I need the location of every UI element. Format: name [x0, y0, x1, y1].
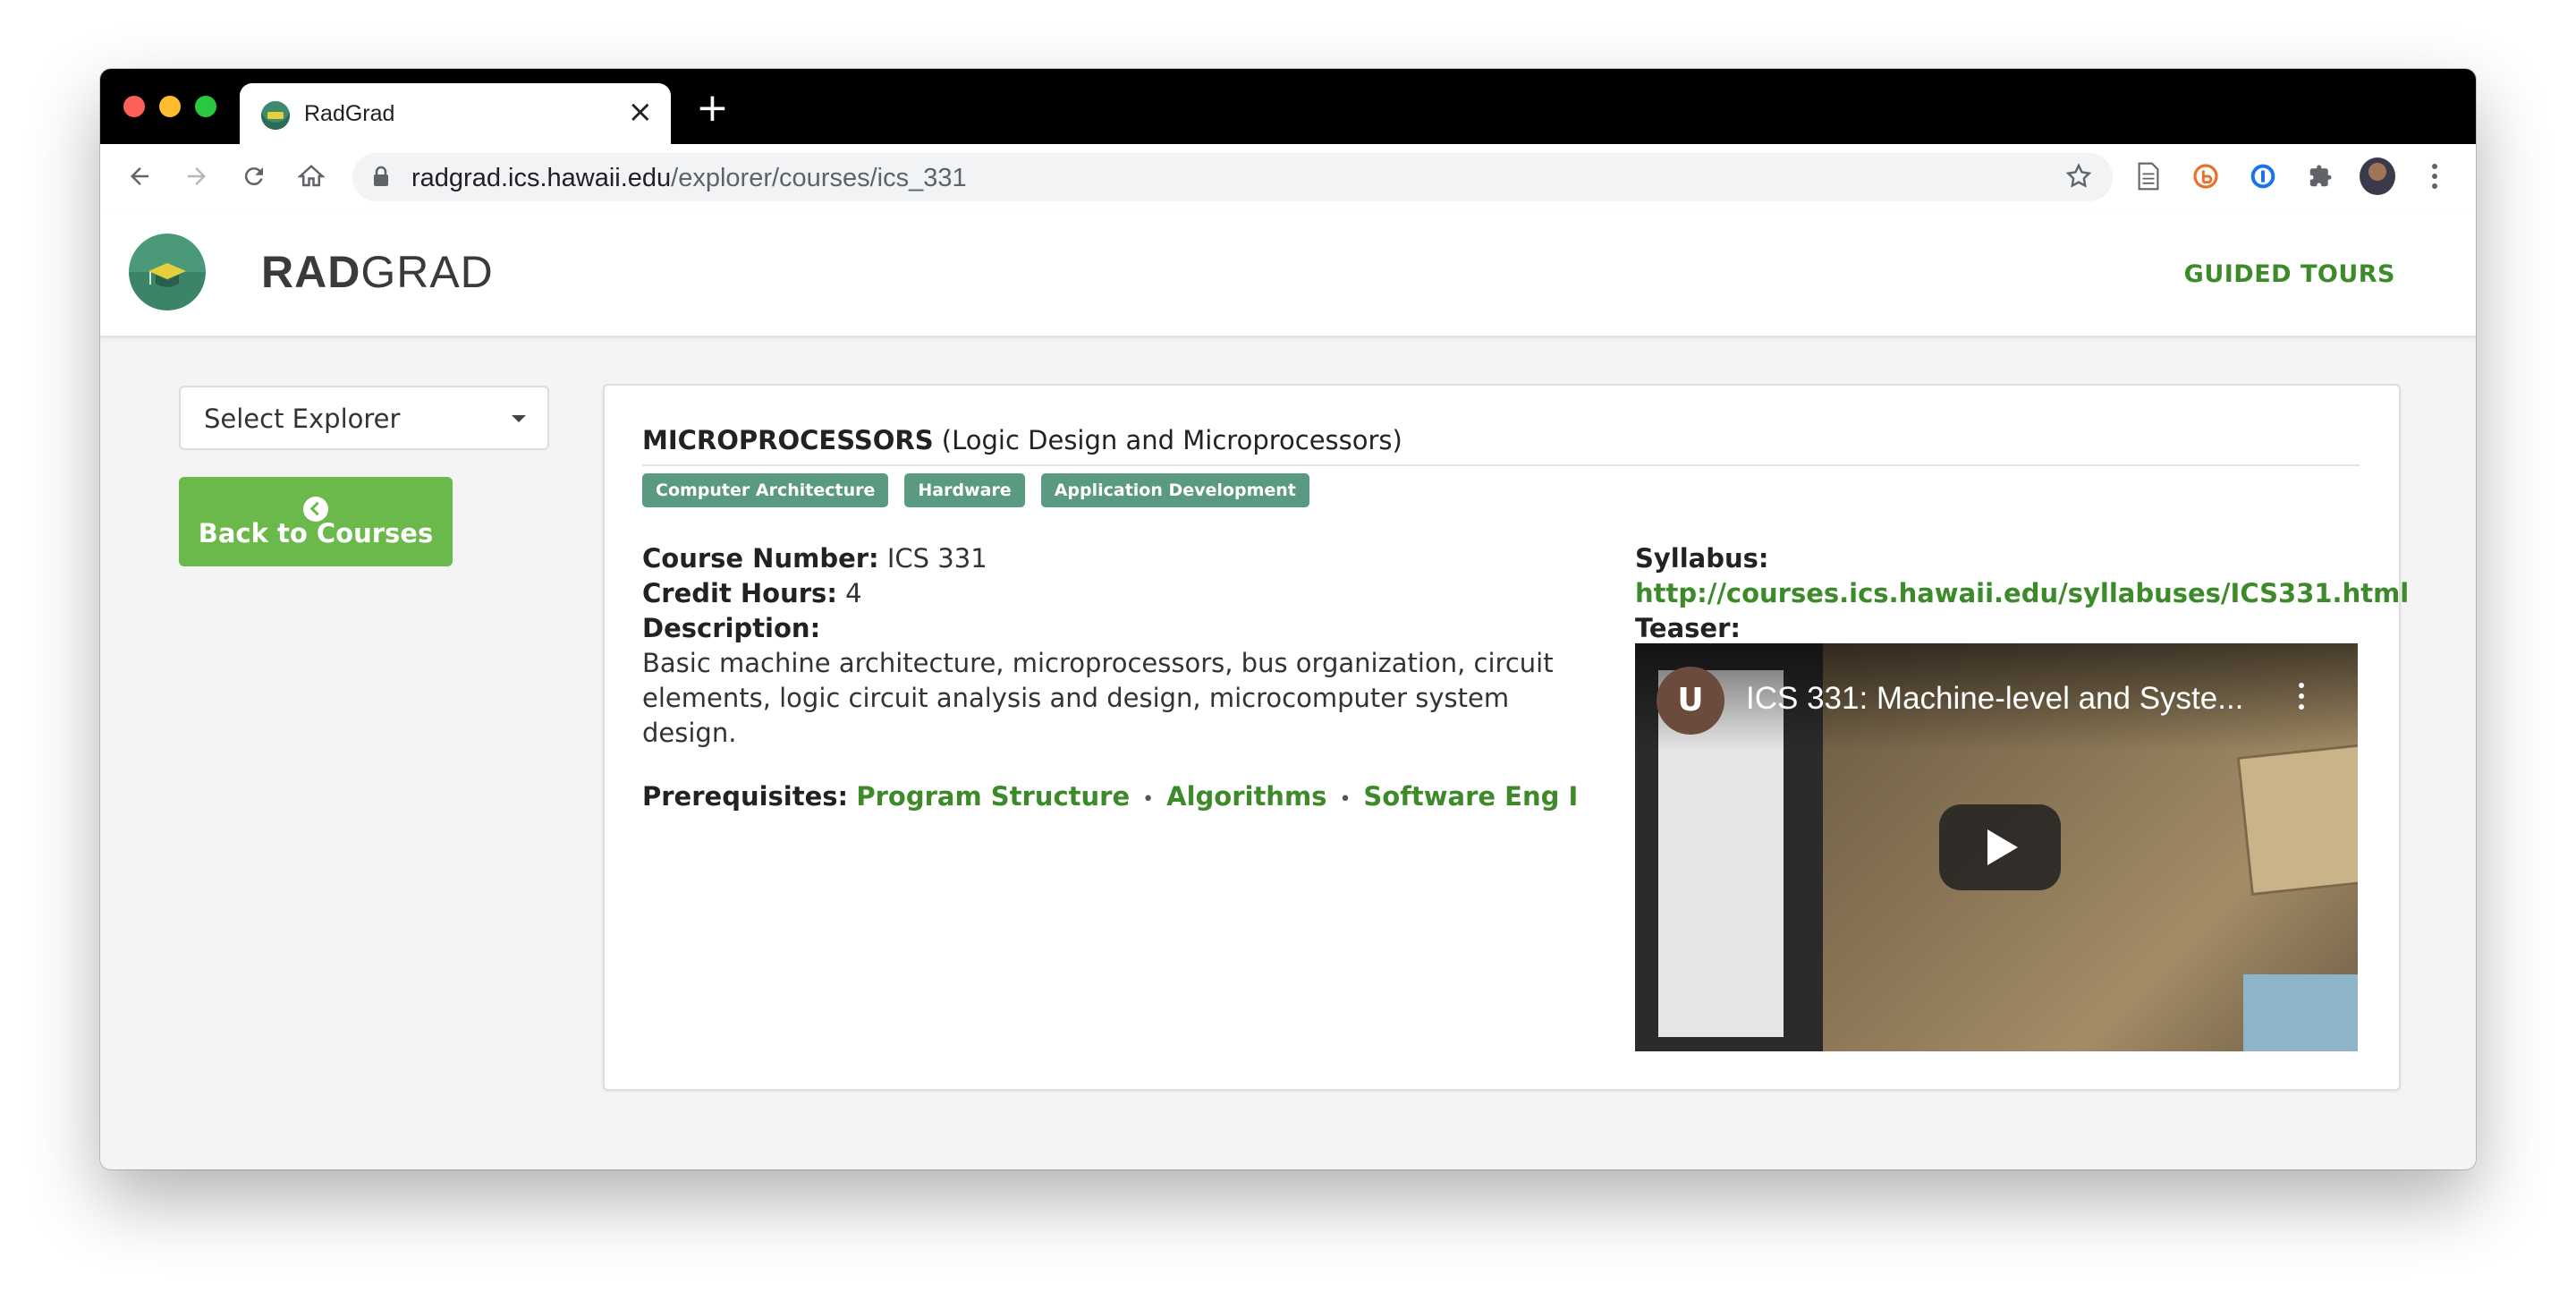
page-content: RADGRAD GUIDED TOURS Select Explorer Bac… — [100, 210, 2476, 1169]
syllabus-link[interactable]: http://courses.ics.hawaii.edu/syllabuses… — [1635, 578, 2409, 608]
teaser-video-player[interactable]: U ICS 331: Machine-level and Syste... — [1635, 643, 2358, 1051]
course-title-sub: (Logic Design and Microprocessors) — [933, 425, 1402, 455]
back-to-courses-button[interactable]: Back to Courses — [179, 477, 453, 566]
video-more-icon[interactable] — [2299, 683, 2304, 688]
credit-hours-label: Credit Hours: — [642, 578, 837, 608]
syllabus-label: Syllabus: — [1635, 543, 1769, 574]
password-manager-icon[interactable] — [2245, 158, 2281, 194]
description-text: Basic machine architecture, microprocess… — [642, 648, 1554, 748]
course-number-row: Course Number: ICS 331 — [642, 541, 1590, 576]
maximize-window-button[interactable] — [195, 96, 216, 117]
credit-hours-row: Credit Hours: 4 — [642, 576, 1590, 611]
prerequisites-label: Prerequisites: — [642, 781, 849, 812]
radgrad-favicon-icon — [261, 101, 290, 130]
browser-window: RadGrad × + radgrad.ics.hawaii.edu/explo… — [100, 69, 2476, 1169]
caret-down-icon — [512, 415, 526, 422]
reload-icon[interactable] — [236, 158, 272, 194]
url-path: /explorer/courses/ics_331 — [671, 164, 967, 192]
extension-orange-icon[interactable] — [2188, 158, 2224, 194]
home-icon[interactable] — [293, 158, 329, 194]
video-presenter-thumbnail — [2243, 974, 2358, 1051]
channel-avatar[interactable]: U — [1657, 667, 1724, 735]
select-explorer-dropdown[interactable]: Select Explorer — [179, 386, 549, 450]
tag-computer-architecture[interactable]: Computer Architecture — [642, 473, 889, 507]
profile-avatar[interactable] — [2360, 157, 2395, 195]
back-arrow-icon[interactable] — [122, 158, 157, 194]
prerequisites-row: Prerequisites: Program Structure • Algorit… — [642, 779, 1590, 817]
description-label: Description: — [642, 613, 821, 643]
course-details: Course Number: ICS 331 Credit Hours: 4 D… — [642, 541, 1590, 817]
tab-strip: RadGrad × + — [100, 69, 2476, 144]
prereq-separator: • — [1142, 788, 1155, 811]
tag-hardware[interactable]: Hardware — [904, 473, 1025, 507]
brand-light: GRAD — [360, 247, 494, 297]
guided-tours-link[interactable]: GUIDED TOURS — [2184, 260, 2395, 288]
close-tab-icon[interactable]: × — [628, 94, 654, 130]
interest-tags: Computer Architecture Hardware Applicati… — [642, 473, 1309, 507]
brand-bold: RAD — [261, 247, 361, 297]
course-title-main: MICROPROCESSORS — [642, 425, 934, 455]
prereq-link-algorithms[interactable]: Algorithms — [1166, 781, 1326, 812]
teaser-label: Teaser: — [1635, 613, 1741, 643]
url-text[interactable]: radgrad.ics.hawaii.edu/explorer/courses/… — [411, 164, 967, 193]
credit-hours-value: 4 — [845, 578, 862, 608]
forward-arrow-icon[interactable] — [179, 158, 215, 194]
back-to-courses-label: Back to Courses — [198, 518, 434, 548]
select-explorer-label: Select Explorer — [204, 404, 401, 434]
bookmark-star-icon[interactable] — [2064, 162, 2093, 194]
site-header: RADGRAD GUIDED TOURS — [100, 210, 2476, 337]
prereq-link-software-eng-i[interactable]: Software Eng I — [1363, 781, 1578, 812]
extensions-puzzle-icon[interactable] — [2302, 158, 2338, 194]
video-title[interactable]: ICS 331: Machine-level and Syste... — [1746, 681, 2265, 717]
title-divider — [642, 464, 2360, 466]
url-host: radgrad.ics.hawaii.edu — [411, 164, 672, 192]
course-number-label: Course Number: — [642, 543, 879, 574]
prereq-separator: • — [1339, 788, 1352, 811]
minimize-window-button[interactable] — [159, 96, 181, 117]
close-window-button[interactable] — [123, 96, 145, 117]
reader-mode-icon[interactable] — [2131, 158, 2166, 194]
tab-title: RadGrad — [304, 101, 395, 126]
course-number-value: ICS 331 — [886, 543, 987, 574]
radgrad-logo-icon[interactable] — [129, 234, 206, 310]
course-title: MICROPROCESSORS (Logic Design and Microp… — [642, 425, 1402, 455]
tag-application-development[interactable]: Application Development — [1040, 473, 1309, 507]
brand-name[interactable]: RADGRAD — [261, 246, 494, 298]
video-frame-circuit-board — [2236, 727, 2358, 897]
course-resources: Syllabus: http://courses.ics.hawaii.edu/… — [1635, 541, 2409, 646]
course-card: MICROPROCESSORS (Logic Design and Microp… — [603, 384, 2409, 1091]
address-bar[interactable]: radgrad.ics.hawaii.edu/explorer/courses/… — [352, 153, 2113, 201]
browser-toolbar: radgrad.ics.hawaii.edu/explorer/courses/… — [100, 144, 2476, 211]
new-tab-icon[interactable]: + — [696, 89, 729, 128]
prereq-link-program-structure[interactable]: Program Structure — [856, 781, 1130, 812]
play-icon[interactable] — [1939, 804, 2061, 890]
browser-menu-icon[interactable] — [2417, 158, 2453, 194]
lock-icon — [372, 166, 390, 191]
browser-tab[interactable]: RadGrad × — [240, 83, 671, 144]
